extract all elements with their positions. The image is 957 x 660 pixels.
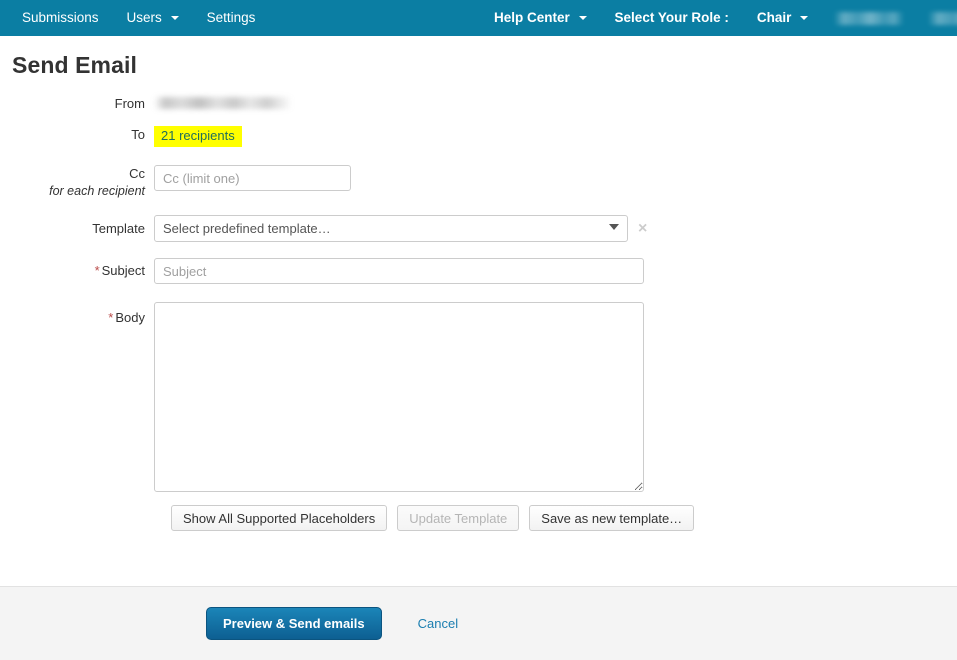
nav-item-users[interactable]: Users xyxy=(113,0,193,36)
send-email-form: From To 21 recipients Cc for each recipi… xyxy=(0,95,957,531)
from-value-container xyxy=(154,95,957,109)
chevron-down-icon xyxy=(800,16,809,20)
update-template-button: Update Template xyxy=(397,505,520,531)
nav-item-role-chair-label: Chair xyxy=(756,10,792,25)
nav-item-submissions[interactable]: Submissions xyxy=(22,0,113,36)
body-label: * Body xyxy=(0,302,154,327)
from-label: From xyxy=(114,96,145,111)
nav-item-help-center-label: Help Center xyxy=(494,10,570,25)
form-row-body: * Body xyxy=(0,302,957,492)
subject-label: * Subject xyxy=(0,262,154,280)
template-field-container: Select predefined template… × xyxy=(154,215,957,242)
recipients-count-link[interactable]: 21 recipients xyxy=(154,126,242,147)
nav-item-users-label: Users xyxy=(126,10,162,25)
subject-label-text: Subject xyxy=(101,263,145,278)
nav-item-redacted-secondary[interactable] xyxy=(928,11,957,25)
save-as-new-template-button[interactable]: Save as new template… xyxy=(529,505,695,531)
cc-label-text: Cc xyxy=(129,166,145,181)
form-row-from: From xyxy=(0,95,957,113)
nav-item-settings[interactable]: Settings xyxy=(193,0,270,36)
from-email-redacted xyxy=(154,97,292,109)
subject-input[interactable] xyxy=(154,258,644,284)
page-title: Send Email xyxy=(12,52,137,78)
cc-label: Cc for each recipient xyxy=(0,165,154,199)
template-label: Template xyxy=(92,220,145,236)
template-select-wrapper: Select predefined template… xyxy=(154,215,628,242)
preview-and-send-emails-button[interactable]: Preview & Send emails xyxy=(206,607,382,640)
to-label: To xyxy=(131,127,145,142)
nav-item-submissions-label: Submissions xyxy=(22,10,99,25)
body-required-marker: * xyxy=(108,310,114,325)
template-actions-row: Show All Supported Placeholders Update T… xyxy=(171,505,957,531)
form-row-to: To 21 recipients xyxy=(0,126,957,147)
body-field-container xyxy=(154,302,957,492)
select-your-role-label: Select Your Role : xyxy=(614,10,729,25)
cc-input[interactable] xyxy=(154,165,351,191)
navbar-right-group: Help Center Select Your Role : Chair xyxy=(480,0,957,36)
nav-item-help-center[interactable]: Help Center xyxy=(480,0,601,36)
clear-template-icon[interactable]: × xyxy=(638,220,647,237)
to-value-container: 21 recipients xyxy=(154,126,957,147)
form-row-template: Template Select predefined template… × xyxy=(0,215,957,242)
form-row-cc: Cc for each recipient xyxy=(0,165,957,199)
cc-sublabel: for each recipient xyxy=(49,184,145,198)
chevron-down-icon xyxy=(578,16,587,20)
subject-field-container xyxy=(154,258,957,284)
form-footer-bar: Preview & Send emails Cancel xyxy=(0,586,957,660)
nav-item-settings-label: Settings xyxy=(206,10,256,25)
navbar-left-group: Submissions Users Settings xyxy=(22,0,269,36)
template-select[interactable]: Select predefined template… xyxy=(154,215,628,242)
form-row-subject: * Subject xyxy=(0,258,957,284)
nav-item-role-chair[interactable]: Chair xyxy=(743,0,822,36)
body-textarea[interactable] xyxy=(154,302,644,492)
cc-field-container xyxy=(154,165,957,191)
cancel-link[interactable]: Cancel xyxy=(418,616,458,631)
nav-item-redacted-user[interactable] xyxy=(834,11,905,25)
top-navbar: Submissions Users Settings Help Center S… xyxy=(0,0,957,36)
body-label-text: Body xyxy=(115,310,145,325)
chevron-down-icon xyxy=(170,16,179,20)
subject-required-marker: * xyxy=(94,263,100,278)
show-all-supported-placeholders-button[interactable]: Show All Supported Placeholders xyxy=(171,505,388,531)
